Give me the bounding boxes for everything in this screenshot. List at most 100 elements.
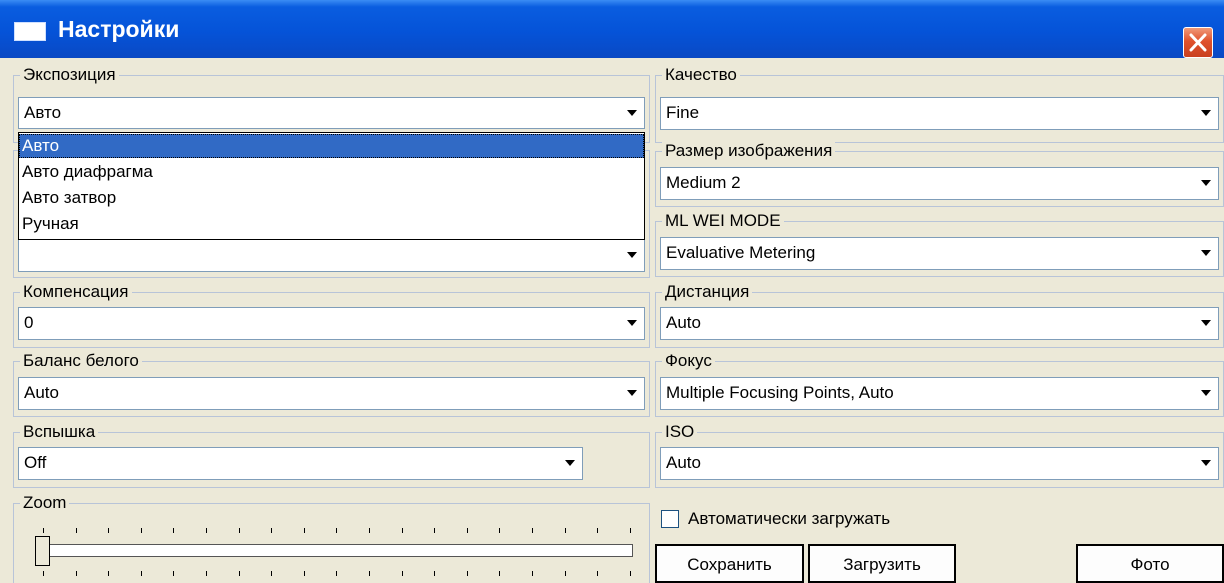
zoom-tick [369, 571, 370, 576]
flash-label: Вспышка [20, 422, 99, 442]
window-title: Настройки [58, 16, 180, 42]
zoom-tick [76, 571, 77, 576]
iso-label: ISO [662, 422, 698, 442]
exposure-combo[interactable]: Авто [18, 97, 645, 129]
flash-dropdown-button[interactable] [560, 450, 580, 475]
zoom-tick [304, 528, 305, 533]
focus-combo[interactable]: Multiple Focusing Points, Auto [660, 377, 1219, 410]
metering-label: ML WEI MODE [662, 211, 784, 231]
zoom-tick [76, 528, 77, 533]
zoom-tick [467, 571, 468, 576]
zoom-tick [336, 571, 337, 576]
image-size-combo[interactable]: Medium 2 [660, 167, 1219, 200]
chevron-down-icon [627, 252, 637, 258]
distance-dropdown-button[interactable] [1196, 310, 1216, 335]
exposure-option[interactable]: Авто диафрагма [19, 160, 644, 184]
zoom-tick [304, 571, 305, 576]
metering-combo[interactable]: Evaluative Metering [660, 237, 1219, 270]
flash-combo[interactable]: Off [18, 447, 583, 480]
zoom-tick [141, 571, 142, 576]
quality-label: Качество [662, 65, 740, 85]
zoom-slider-track[interactable] [35, 544, 633, 557]
zoom-tick [597, 571, 598, 576]
exposure-option[interactable]: Авто затвор [19, 186, 644, 210]
zoom-tick [565, 571, 566, 576]
zoom-tick [43, 571, 44, 576]
focus-value: Multiple Focusing Points, Auto [666, 383, 894, 402]
title-bar[interactable]: Настройки [0, 0, 1224, 58]
zoom-tick [630, 528, 631, 533]
white-balance-label: Баланс белого [20, 351, 142, 371]
image-size-value: Medium 2 [666, 173, 741, 192]
flash-value: Off [24, 453, 47, 472]
zoom-tick [467, 528, 468, 533]
zoom-tick [173, 528, 174, 533]
focus-label: Фокус [662, 351, 715, 371]
exposure-option[interactable]: Авто [19, 134, 644, 158]
zoom-label: Zoom [20, 493, 70, 513]
focus-dropdown-button[interactable] [1196, 380, 1216, 405]
auto-upload-checkbox[interactable] [661, 510, 679, 528]
compensation-dropdown-button[interactable] [622, 310, 642, 335]
quality-value: Fine [666, 103, 700, 122]
zoom-tick [43, 528, 44, 533]
zoom-tick [271, 571, 272, 576]
zoom-tick [565, 528, 566, 533]
white-balance-value: Auto [24, 383, 59, 402]
zoom-tick [239, 571, 240, 576]
load-button[interactable]: Загрузить [808, 544, 956, 583]
metering-dropdown-button[interactable] [1196, 240, 1216, 265]
zoom-slider-thumb[interactable] [35, 536, 50, 566]
window-icon [14, 22, 46, 41]
iso-dropdown-button[interactable] [1196, 450, 1216, 475]
quality-combo[interactable]: Fine [660, 97, 1219, 130]
zoom-tick [206, 571, 207, 576]
close-icon [1189, 33, 1207, 52]
white-balance-dropdown-button[interactable] [622, 380, 642, 405]
zoom-tick [532, 571, 533, 576]
zoom-tick [402, 571, 403, 576]
chevron-down-icon [1201, 460, 1211, 466]
distance-value: Auto [666, 313, 701, 332]
white-balance-combo[interactable]: Auto [18, 377, 645, 410]
exposure-dropdown-button[interactable] [622, 100, 642, 125]
auto-upload-label: Автоматически загружать [688, 509, 891, 528]
iso-combo[interactable]: Auto [660, 447, 1219, 480]
chevron-down-icon [1201, 390, 1211, 396]
zoom-tick [369, 528, 370, 533]
zoom-tick [434, 528, 435, 533]
hidden-combo-dropdown-button[interactable] [622, 242, 642, 267]
close-button[interactable] [1183, 27, 1213, 58]
quality-dropdown-button[interactable] [1196, 100, 1216, 125]
compensation-combo[interactable]: 0 [18, 307, 645, 340]
iso-value: Auto [666, 453, 701, 472]
zoom-tick [630, 571, 631, 576]
exposure-option[interactable]: Ручная [19, 212, 644, 236]
zoom-tick [173, 571, 174, 576]
image-size-dropdown-button[interactable] [1196, 170, 1216, 195]
zoom-tick [402, 528, 403, 533]
image-size-label: Размер изображения [662, 141, 836, 161]
compensation-label: Компенсация [20, 282, 132, 302]
exposure-dropdown-list: Авто Авто диафрагма Авто затвор Ручная [18, 132, 645, 240]
exposure-label: Экспозиция [20, 65, 119, 85]
chevron-down-icon [627, 110, 637, 116]
zoom-tick [271, 528, 272, 533]
exposure-value: Авто [24, 103, 62, 122]
zoom-tick [499, 528, 500, 533]
save-button[interactable]: Сохранить [655, 544, 804, 583]
chevron-down-icon [1201, 320, 1211, 326]
chevron-down-icon [1201, 110, 1211, 116]
hidden-combo[interactable] [18, 239, 645, 272]
chevron-down-icon [1201, 180, 1211, 186]
zoom-tick [597, 528, 598, 533]
chevron-down-icon [627, 390, 637, 396]
zoom-tick [434, 571, 435, 576]
zoom-tick [108, 571, 109, 576]
zoom-tick [239, 528, 240, 533]
compensation-value: 0 [24, 313, 34, 332]
photo-button[interactable]: Фото [1076, 544, 1224, 583]
distance-combo[interactable]: Auto [660, 307, 1219, 340]
zoom-tick [108, 528, 109, 533]
zoom-tick [336, 528, 337, 533]
